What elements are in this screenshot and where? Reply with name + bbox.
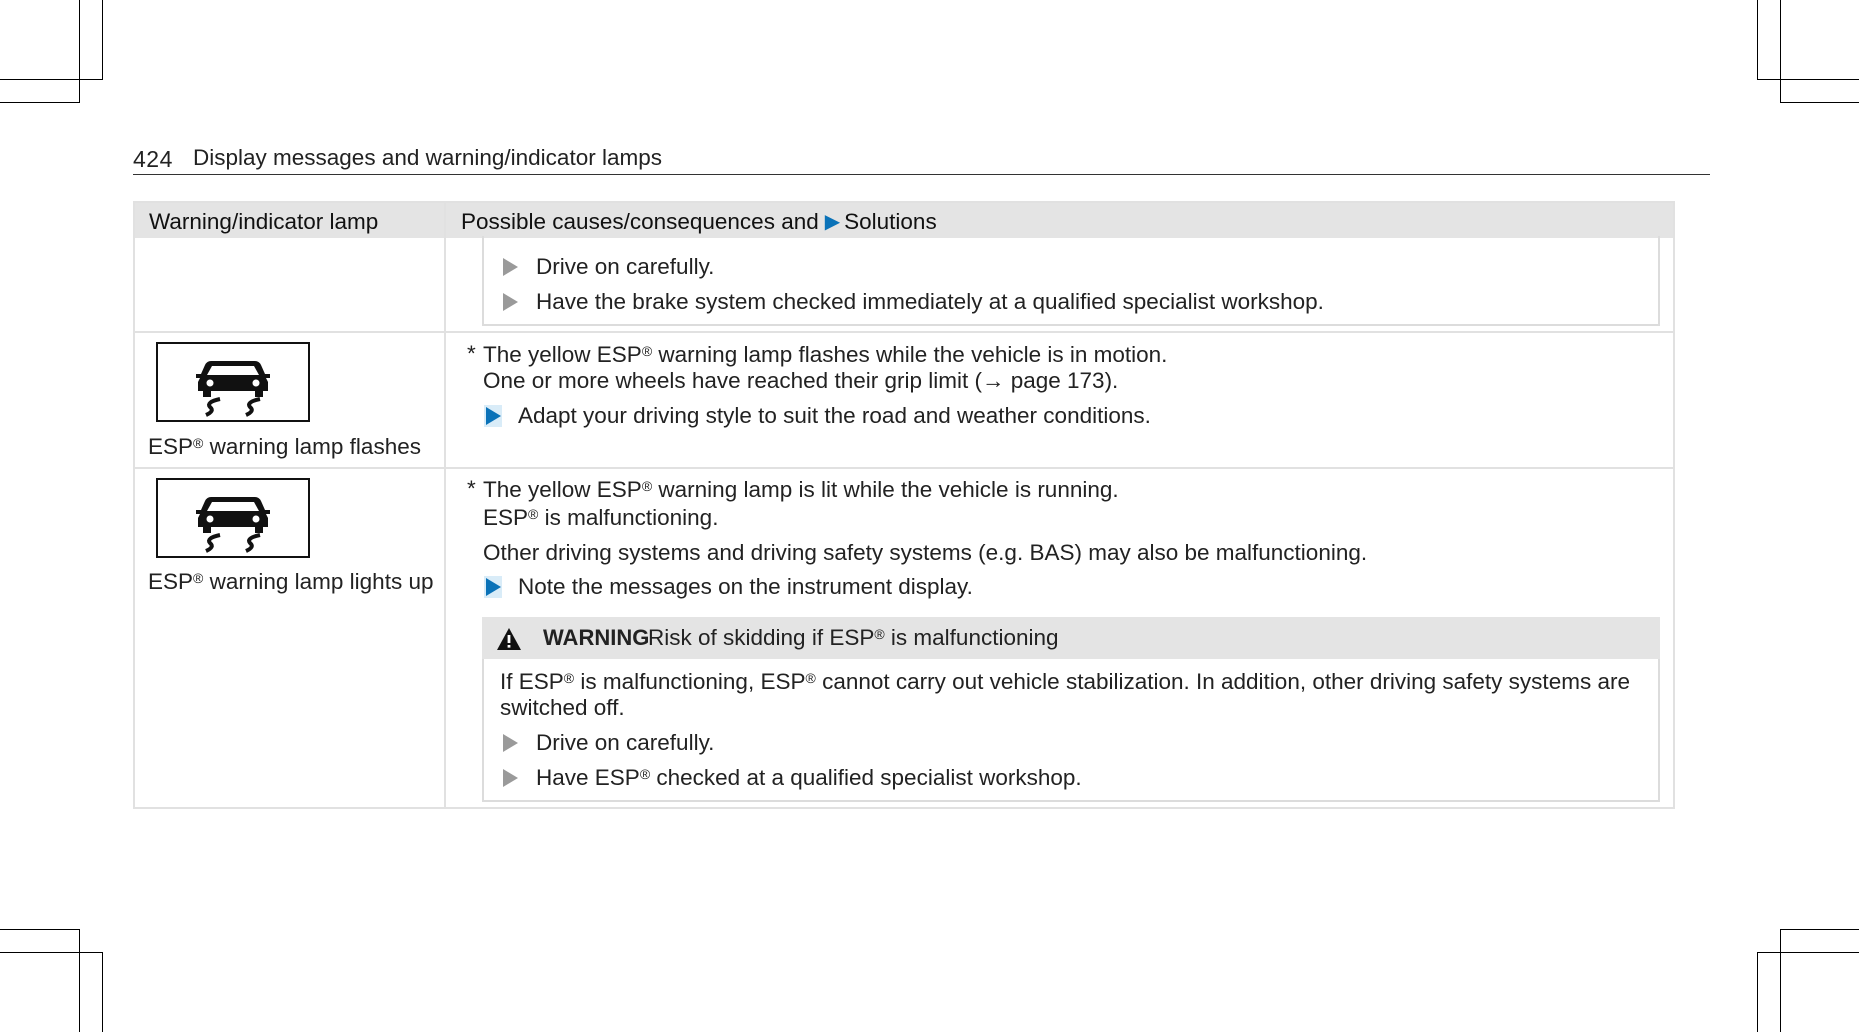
warning-title: Risk of skidding if ESP® is malfunctioni…	[648, 625, 1059, 650]
warning-body-line2: switched off.	[500, 695, 625, 720]
row3-lamp-label: ESP® warning lamp lights up	[148, 569, 434, 594]
crop-mark-bl-v2	[102, 952, 103, 1032]
crop-mark-br-h2	[1757, 952, 1859, 953]
warning-label: WARNING	[543, 625, 650, 650]
crop-mark-tr-v2	[1780, 0, 1781, 103]
row3-action: Note the messages on the instrument disp…	[518, 574, 973, 599]
action-arrow-icon	[484, 576, 502, 598]
crop-mark-tr-v	[1757, 0, 1758, 80]
warning-step-1: Drive on carefully.	[536, 730, 715, 755]
crop-mark-bl-h2	[0, 952, 103, 953]
crop-mark-br-v	[1757, 952, 1758, 1032]
crop-mark-tl-v	[79, 0, 80, 103]
row3-footnote-star: *	[467, 476, 476, 501]
esp-skid-car-icon	[156, 478, 310, 558]
warning-body-line1: If ESP® is malfunctioning, ESP® cannot c…	[500, 669, 1630, 694]
step-arrow-icon	[503, 734, 518, 752]
crop-mark-bl-v	[79, 929, 80, 1032]
row1-step-1: Drive on carefully.	[536, 254, 715, 279]
page-title: Display messages and warning/indicator l…	[193, 145, 662, 170]
step-arrow-icon	[503, 293, 518, 311]
warning-triangle-icon	[497, 628, 521, 650]
row-divider-2	[135, 467, 1673, 469]
solutions-arrow-icon: ▶	[824, 211, 841, 233]
column-header-causes: Possible causes/consequences and ▶ Solutio…	[461, 209, 937, 234]
row3-cause-line2: ESP® is malfunctioning.	[483, 505, 719, 530]
crop-mark-tr-h	[1757, 79, 1859, 80]
column-header-lamp: Warning/indicator lamp	[149, 209, 379, 234]
crop-mark-br-h	[1780, 929, 1859, 930]
page-number: 424	[133, 146, 173, 172]
action-arrow-icon	[484, 405, 502, 427]
row1-step-2: Have the brake system checked immediatel…	[536, 289, 1324, 314]
row2-cause-line1: The yellow ESP® warning lamp flashes whi…	[483, 342, 1168, 367]
row2-lamp-label: ESP® warning lamp flashes	[148, 434, 421, 459]
esp-skid-car-icon	[156, 342, 310, 422]
row-divider-1	[135, 331, 1673, 333]
warning-step-2: Have ESP® checked at a qualified special…	[536, 765, 1082, 790]
column-divider	[444, 203, 446, 807]
crop-mark-tl-h	[0, 79, 103, 80]
row3-cause-line3: Other driving systems and driving safety…	[483, 540, 1368, 565]
running-header: 424 Display messages and warning/indicat…	[133, 143, 1710, 175]
crop-mark-tl-v2	[102, 0, 103, 80]
table-header-row: Warning/indicator lamp Possible causes/c…	[135, 203, 1673, 238]
crop-mark-bl-h	[0, 929, 80, 930]
crop-mark-tl-h2	[0, 102, 80, 103]
warning-header-bar: WARNING Risk of skidding if ESP® is malf…	[482, 617, 1660, 659]
step-arrow-icon	[503, 769, 518, 787]
row2-action: Adapt your driving style to suit the roa…	[518, 403, 1151, 428]
crop-mark-br-v2	[1780, 929, 1781, 1032]
crop-mark-tr-h2	[1780, 102, 1859, 103]
step-arrow-icon	[503, 258, 518, 276]
row2-footnote-star: *	[467, 341, 476, 366]
row2-cause-line2: One or more wheels have reached their gr…	[483, 368, 1119, 393]
row3-cause-line1: The yellow ESP® warning lamp is lit whil…	[483, 477, 1119, 502]
